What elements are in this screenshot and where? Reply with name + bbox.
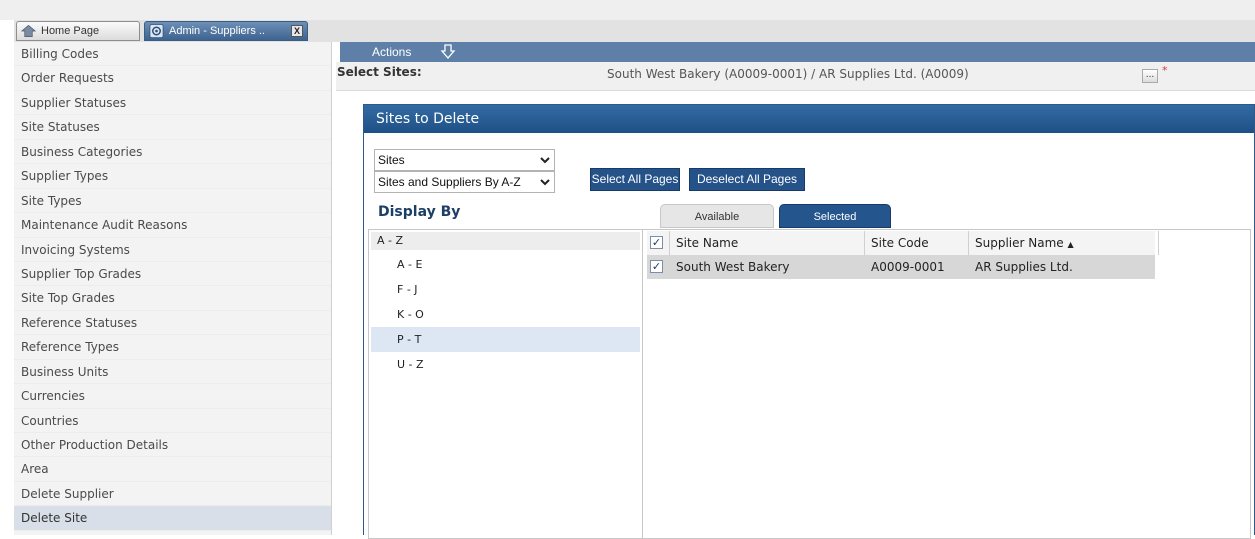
cell-site-code: A0009-0001 xyxy=(871,260,945,274)
chevron-down-icon xyxy=(540,179,550,186)
column-header-site-name[interactable]: Site Name xyxy=(670,231,865,255)
sidebar-item-business-categories[interactable]: Business Categories xyxy=(14,140,331,165)
sort-ascending-icon: ▲ xyxy=(1067,240,1074,249)
tab-selected[interactable]: Selected xyxy=(779,204,891,228)
tab-available[interactable]: Available xyxy=(660,204,774,228)
sidebar-item-site-types[interactable]: Site Types xyxy=(14,189,331,214)
az-filter-list: A - Z A - E F - J K - O P - T U - Z xyxy=(368,229,643,539)
required-indicator: * xyxy=(1162,64,1168,77)
actions-button[interactable]: Actions xyxy=(372,42,411,62)
sidebar-item-delete-supplier[interactable]: Delete Supplier xyxy=(14,482,331,507)
sidebar-item-reference-statuses[interactable]: Reference Statuses xyxy=(14,311,331,336)
sidebar-item-reference-types[interactable]: Reference Types xyxy=(14,335,331,360)
az-item-k-o[interactable]: K - O xyxy=(371,302,640,327)
sidebar-item-invoicing-systems[interactable]: Invoicing Systems xyxy=(14,238,331,262)
select-sites-row: Select Sites: South West Bakery (A0009-0… xyxy=(336,62,1255,91)
home-icon xyxy=(21,24,36,37)
column-header-supplier-name[interactable]: Supplier Name ▲ xyxy=(969,231,1159,255)
az-item-f-j[interactable]: F - J xyxy=(371,277,640,302)
sidebar-item-supplier-types[interactable]: Supplier Types xyxy=(14,164,331,189)
grid-header-row: ✓ Site Name Site Code Supplier Name ▲ xyxy=(647,231,1159,256)
tab-bar: Home Page Admin - Suppliers .. X xyxy=(14,20,1255,42)
window-top-strip xyxy=(0,0,1255,20)
sidebar-item-supplier-statuses[interactable]: Supplier Statuses xyxy=(14,91,331,116)
az-item-a-e[interactable]: A - E xyxy=(371,252,640,277)
actions-bar: Actions xyxy=(340,42,1255,62)
column-header-site-code[interactable]: Site Code xyxy=(865,231,969,255)
sidebar-item-currencies[interactable]: Currencies xyxy=(14,384,331,409)
sort-dropdown-value: Sites and Suppliers By A-Z xyxy=(378,175,521,189)
sites-grid: ✓ Site Name Site Code Supplier Name ▲ ✓ … xyxy=(642,229,1251,539)
chevron-down-icon xyxy=(540,157,550,164)
tab-home-label: Home Page xyxy=(41,25,100,37)
sidebar-item-maintenance-audit-reasons[interactable]: Maintenance Audit Reasons xyxy=(14,213,331,238)
supplier-name-header-label: Supplier Name xyxy=(975,236,1064,250)
sidebar-item-site-statuses[interactable]: Site Statuses xyxy=(14,115,331,140)
select-sites-label: Select Sites: xyxy=(337,65,422,79)
select-all-checkbox[interactable]: ✓ xyxy=(650,236,663,249)
sidebar-item-area[interactable]: Area xyxy=(14,457,331,482)
row-checkbox-cell: ✓ xyxy=(647,255,670,279)
sidebar-item-site-top-grades[interactable]: Site Top Grades xyxy=(14,286,331,311)
sidebar-item-supplier-top-grades[interactable]: Supplier Top Grades xyxy=(14,262,331,287)
tab-admin-label: Admin - Suppliers .. xyxy=(169,25,265,37)
display-by-heading: Display By xyxy=(378,204,461,220)
az-item-u-z[interactable]: U - Z xyxy=(371,352,640,377)
sidebar-item-business-units[interactable]: Business Units xyxy=(14,360,331,385)
row-checkbox[interactable]: ✓ xyxy=(650,260,663,273)
tab-admin-suppliers[interactable]: Admin - Suppliers .. X xyxy=(144,21,308,41)
az-item-p-t[interactable]: P - T xyxy=(371,327,640,352)
sidebar-item-delete-site[interactable]: Delete Site xyxy=(14,506,331,531)
tab-home-page[interactable]: Home Page xyxy=(16,21,140,41)
select-sites-lookup-button[interactable]: ... xyxy=(1142,69,1158,83)
cell-site-name: South West Bakery xyxy=(676,260,790,274)
select-sites-value: South West Bakery (A0009-0001) / AR Supp… xyxy=(607,67,969,81)
close-icon[interactable]: X xyxy=(291,25,303,37)
sites-dropdown[interactable]: Sites xyxy=(374,149,555,171)
sites-dropdown-value: Sites xyxy=(378,153,405,167)
sidebar: Billing Codes Order Requests Supplier St… xyxy=(14,42,332,535)
az-header[interactable]: A - Z xyxy=(371,232,640,250)
sidebar-item-other-production-details[interactable]: Other Production Details xyxy=(14,433,331,458)
table-row[interactable]: ✓ South West Bakery A0009-0001 AR Suppli… xyxy=(647,255,1155,279)
sidebar-item-billing-codes[interactable]: Billing Codes xyxy=(14,42,331,67)
sidebar-item-order-requests[interactable]: Order Requests xyxy=(14,66,331,91)
cell-supplier-name: AR Supplies Ltd. xyxy=(975,260,1073,274)
sites-to-delete-panel: Sites to Delete Sites Sites and Supplier… xyxy=(363,104,1255,539)
download-arrow-icon[interactable] xyxy=(440,43,456,60)
panel-title: Sites to Delete xyxy=(364,105,1254,133)
sort-dropdown[interactable]: Sites and Suppliers By A-Z xyxy=(374,171,555,193)
sidebar-item-countries[interactable]: Countries xyxy=(14,409,331,433)
select-all-pages-button[interactable]: Select All Pages xyxy=(590,168,680,191)
header-checkbox-cell: ✓ xyxy=(647,231,670,255)
gear-icon xyxy=(149,24,164,38)
deselect-all-pages-button[interactable]: Deselect All Pages xyxy=(689,168,805,191)
